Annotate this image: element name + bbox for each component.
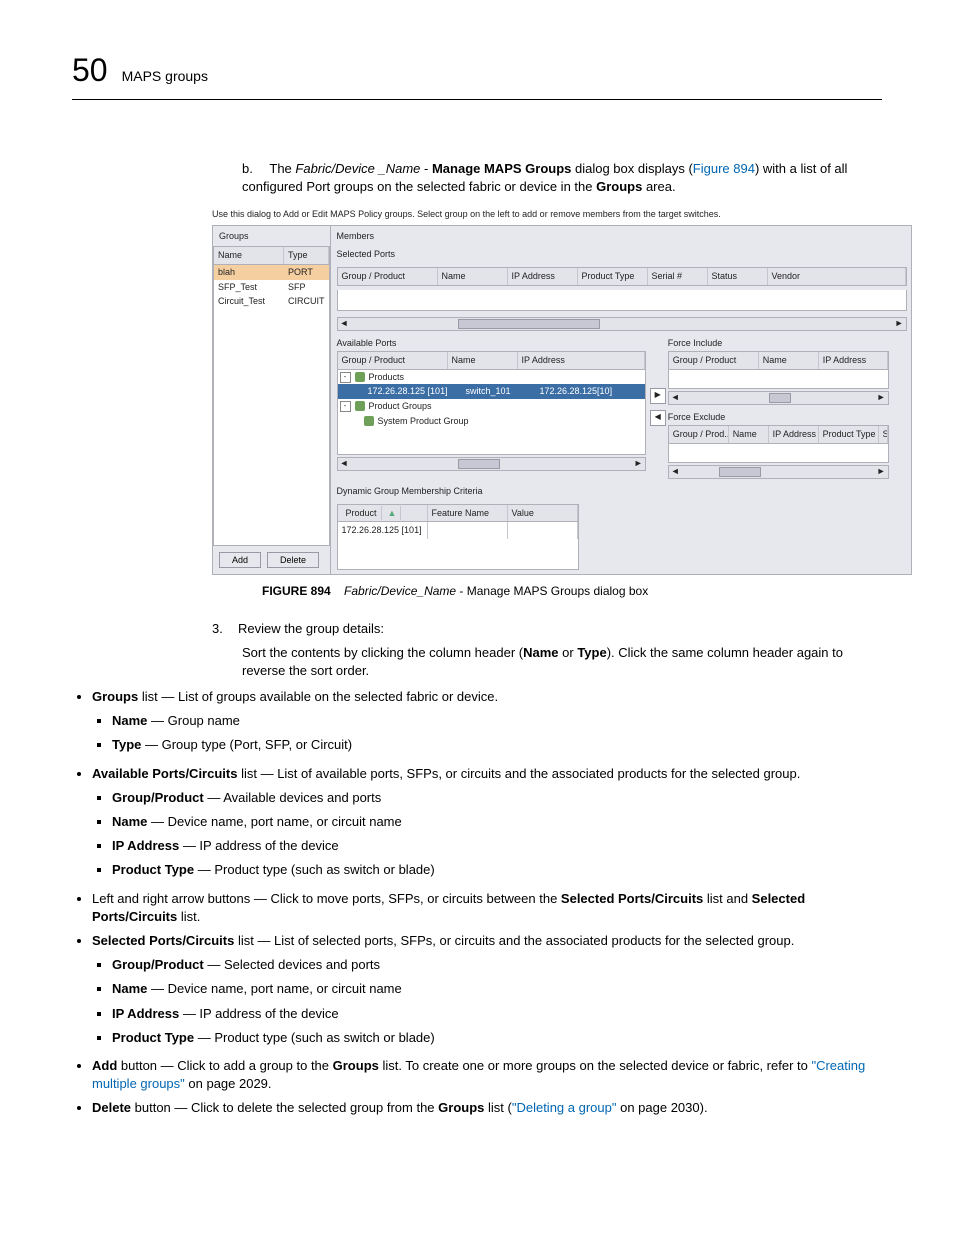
groups-title: Groups [213, 226, 330, 247]
group-row: Circuit_TestCIRCUIT [214, 294, 329, 309]
selected-ports-header[interactable]: Group / Product Name IP Address Product … [337, 267, 907, 286]
available-header[interactable]: Group / Product Name IP Address [337, 351, 646, 370]
dynamic-table[interactable]: Product▲ Feature Name Value 172.26.28.12… [337, 504, 579, 570]
members-title: Members [337, 230, 907, 243]
delete-button[interactable]: Delete [267, 552, 319, 568]
move-right-button[interactable]: ▶ [650, 388, 666, 404]
deleting-group-link[interactable]: "Deleting a group" [512, 1100, 617, 1115]
force-exclude-title: Force Exclude [668, 411, 889, 424]
folder-icon [355, 372, 365, 382]
groups-header[interactable]: Name Type [213, 246, 330, 265]
chapter-number: 50 [72, 48, 108, 93]
dialog-screenshot: Use this dialog to Add or Edit MAPS Poli… [212, 208, 912, 575]
scrollbar[interactable] [668, 391, 889, 405]
force-exclude-header[interactable]: Group / Prod... Name IP Address Product … [668, 425, 889, 444]
available-tree[interactable]: -Products 172.26.28.125 [101] switch_101… [337, 370, 646, 455]
selected-ports-list[interactable] [337, 290, 907, 311]
sort-note: Sort the contents by clicking the column… [242, 644, 882, 680]
tree-item-selected: 172.26.28.125 [101] switch_101 172.26.28… [338, 384, 645, 399]
figure-link[interactable]: Figure 894 [693, 161, 755, 176]
force-include-header[interactable]: Group / Product Name IP Address [668, 351, 889, 370]
folder-icon [355, 401, 365, 411]
detail-list: Groups list — List of groups available o… [72, 688, 882, 1117]
force-include-title: Force Include [668, 337, 889, 350]
scrollbar[interactable] [337, 457, 646, 471]
groups-list[interactable]: blahPORT SFP_TestSFP Circuit_TestCIRCUIT [213, 265, 330, 546]
add-button[interactable]: Add [219, 552, 261, 568]
expand-icon[interactable]: - [340, 372, 351, 383]
dialog-instruction: Use this dialog to Add or Edit MAPS Poli… [212, 208, 912, 221]
group-row: SFP_TestSFP [214, 280, 329, 295]
page-header: 50 MAPS groups [72, 48, 882, 93]
folder-icon [364, 416, 374, 426]
chapter-title: MAPS groups [122, 67, 208, 87]
force-include-list[interactable] [668, 370, 889, 389]
selected-ports-title: Selected Ports [337, 248, 907, 261]
force-exclude-list[interactable] [668, 444, 889, 463]
dynamic-title: Dynamic Group Membership Criteria [337, 485, 907, 498]
header-rule [72, 99, 882, 100]
available-ports-title: Available Ports [337, 337, 646, 350]
device-icon [354, 387, 364, 397]
figure-caption: FIGURE 894 Fabric/Device_Name - Manage M… [262, 583, 882, 600]
move-left-button[interactable]: ◀ [650, 410, 666, 426]
expand-icon[interactable]: - [340, 401, 351, 412]
scrollbar[interactable] [337, 317, 907, 331]
scrollbar[interactable] [668, 465, 889, 479]
step-b: b. The Fabric/Device _Name - Manage MAPS… [242, 160, 882, 196]
step-3: 3.Review the group details: [212, 620, 882, 638]
step-b-marker: b. [242, 160, 266, 178]
sort-asc-icon: ▲ [384, 506, 402, 520]
group-row: blahPORT [214, 265, 329, 280]
